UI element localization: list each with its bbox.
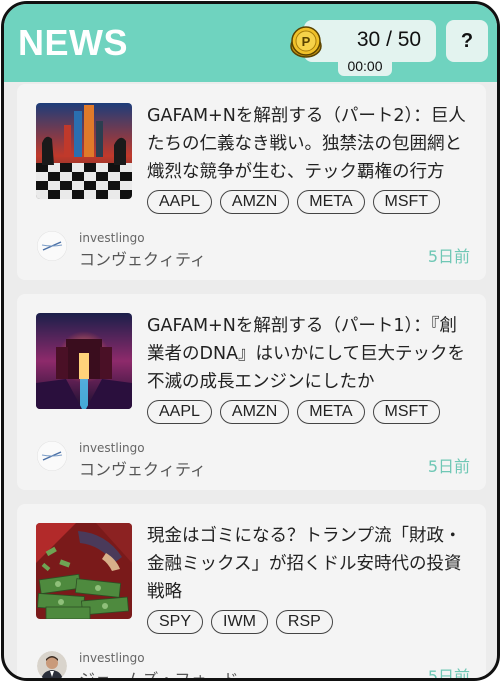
ticker-tags: AAPL AMZN META MSFT xyxy=(147,400,473,430)
post-time: 5日前 xyxy=(427,457,470,476)
article-thumbnail xyxy=(36,313,132,409)
article-headline: GAFAM+Nを解剖する（パート1）：『創業者のDNA』はいかにして巨大テックを… xyxy=(147,316,466,392)
source-name: investlingo xyxy=(79,441,145,455)
page-title: NEWS xyxy=(18,22,128,63)
ticker-tag[interactable]: META xyxy=(297,400,365,424)
ticker-tag[interactable]: MSFT xyxy=(372,400,441,424)
article-thumbnail xyxy=(36,523,132,619)
ticker-tag[interactable]: AMZN xyxy=(219,190,290,214)
header: NEWS P 30 / 50 00:00 ? xyxy=(4,4,497,82)
ticker-tag[interactable]: META xyxy=(297,190,365,214)
author-name: コンヴェクィティ xyxy=(79,460,207,479)
author-name: コンヴェクィティ xyxy=(79,250,207,269)
post-time: 5日前 xyxy=(427,667,470,681)
source-name: investlingo xyxy=(79,231,145,245)
author-avatar xyxy=(37,651,67,678)
svg-text:P: P xyxy=(302,34,311,49)
ticker-tag[interactable]: RSP xyxy=(275,610,333,634)
author-name: ジェームズ・フォード xyxy=(79,670,239,681)
news-card[interactable]: GAFAM+Nを解剖する（パート1）：『創業者のDNA』はいかにして巨大テックを… xyxy=(17,294,486,490)
coin-count: 30 / 50 xyxy=(356,28,422,51)
ticker-tags: SPY IWM RSP xyxy=(147,610,473,640)
news-card[interactable]: GAFAM+Nを解剖する（パート2）：巨人たちの仁義なき戦い。独禁法の包囲網と熾… xyxy=(17,84,486,280)
ticker-tag[interactable]: IWM xyxy=(211,610,268,634)
article-thumbnail xyxy=(36,103,132,199)
ticker-tag[interactable]: SPY xyxy=(147,610,204,634)
help-button[interactable]: ? xyxy=(446,20,488,62)
ticker-tags: AAPL AMZN META MSFT xyxy=(147,190,473,220)
source-name: investlingo xyxy=(79,651,145,665)
post-time: 5日前 xyxy=(427,247,470,266)
coin-icon: P xyxy=(290,26,322,58)
author-avatar xyxy=(37,231,67,261)
ticker-tag[interactable]: AMZN xyxy=(219,400,290,424)
article-headline: GAFAM+Nを解剖する（パート2）：巨人たちの仁義なき戦い。独禁法の包囲網と熾… xyxy=(147,106,466,182)
article-headline: 現金はゴミになる？トランプ流「財政・金融ミックス」が招くドル安時代の投資戦略 xyxy=(147,526,462,602)
timer: 00:00 xyxy=(338,56,392,76)
news-card[interactable]: 現金はゴミになる？トランプ流「財政・金融ミックス」が招くドル安時代の投資戦略 S… xyxy=(17,504,486,681)
news-screen: NEWS P 30 / 50 00:00 ? GAFAM+Nを解剖する（パート2… xyxy=(1,1,500,681)
author-avatar xyxy=(37,441,67,471)
ticker-tag[interactable]: AAPL xyxy=(147,400,212,424)
ticker-tag[interactable]: AAPL xyxy=(147,190,212,214)
ticker-tag[interactable]: MSFT xyxy=(372,190,441,214)
